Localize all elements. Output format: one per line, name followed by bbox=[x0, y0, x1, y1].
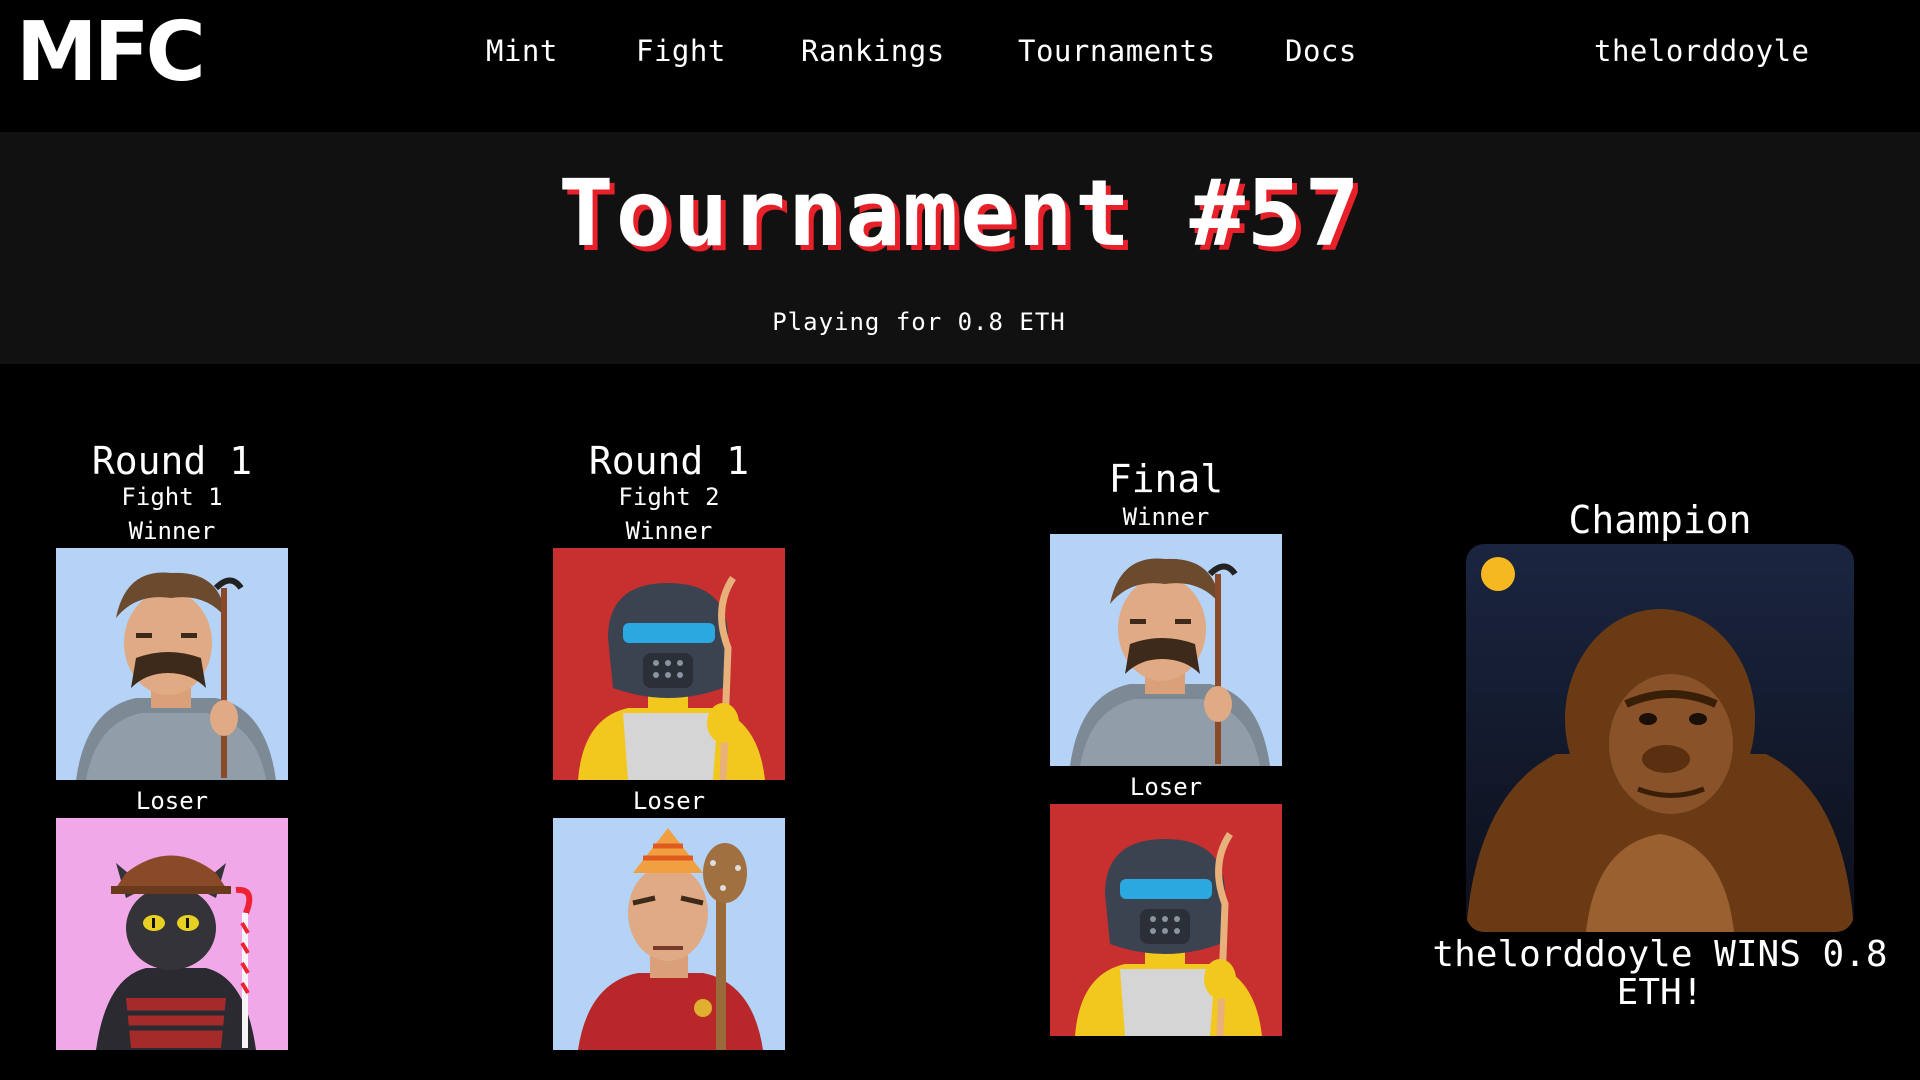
top-navigation-bar: MFC Mint Fight Rankings Tournaments Docs… bbox=[0, 0, 1920, 132]
loser-label: Loser bbox=[632, 787, 706, 815]
tournament-title: Tournament #57 bbox=[558, 160, 1362, 267]
loser-fighter-card[interactable] bbox=[553, 818, 785, 1050]
bracket-column-round1-fight1: Round 1 Fight 1 Winner Loser bbox=[56, 440, 288, 1050]
loser-fighter-card[interactable] bbox=[56, 818, 288, 1050]
robot-fighter-icon bbox=[578, 576, 765, 780]
svg-text:MFC: MFC bbox=[16, 10, 202, 90]
cat-fighter-icon bbox=[96, 855, 256, 1050]
fight-subtitle: Fight 2 bbox=[618, 483, 720, 511]
nav-fight[interactable]: Fight bbox=[636, 34, 726, 68]
tournament-prize: Playing for 0.8 ETH bbox=[772, 308, 1066, 336]
loser-label: Loser bbox=[135, 787, 209, 815]
gorilla-fighter-icon bbox=[1466, 544, 1854, 932]
round-title: Final bbox=[1108, 457, 1224, 501]
winner-fighter-card[interactable] bbox=[1050, 534, 1282, 766]
champion-fighter-card[interactable] bbox=[1466, 544, 1854, 932]
roman-fighter-icon bbox=[578, 828, 763, 1050]
fight-subtitle: Fight 1 bbox=[121, 483, 223, 511]
champion-winner-message: thelorddoyle WINS 0.8 ETH! bbox=[1432, 934, 1888, 1013]
winner-label: Winner bbox=[128, 517, 216, 545]
robot-fighter-icon bbox=[1075, 832, 1262, 1036]
nav-rankings[interactable]: Rankings bbox=[801, 34, 945, 68]
loser-fighter-card[interactable] bbox=[1050, 804, 1282, 1036]
champion-title: Champion bbox=[1568, 498, 1752, 542]
winner-label: Winner bbox=[625, 517, 713, 545]
nav-docs[interactable]: Docs bbox=[1285, 34, 1357, 68]
bearded-fighter-icon bbox=[1070, 558, 1270, 766]
mfc-logo[interactable]: MFC bbox=[14, 10, 250, 90]
loser-label: Loser bbox=[1129, 773, 1203, 801]
nav-mint[interactable]: Mint bbox=[486, 34, 558, 68]
round-title: Round 1 bbox=[588, 439, 750, 483]
bracket-column-final: Final Winner Loser bbox=[1050, 458, 1282, 1036]
winner-label: Winner bbox=[1122, 503, 1210, 531]
winner-fighter-card[interactable] bbox=[553, 548, 785, 780]
round-title: Round 1 bbox=[91, 439, 253, 483]
bearded-fighter-icon bbox=[76, 572, 276, 780]
bracket-column-round1-fight2: Round 1 Fight 2 Winner Loser bbox=[553, 440, 785, 1050]
nav-tournaments[interactable]: Tournaments bbox=[1018, 34, 1216, 68]
champion-section: Champion thelorddoyle WINS 0.8 ETH! bbox=[1410, 496, 1910, 1012]
winner-fighter-card[interactable] bbox=[56, 548, 288, 780]
user-account-link[interactable]: thelorddoyle bbox=[1594, 34, 1810, 68]
